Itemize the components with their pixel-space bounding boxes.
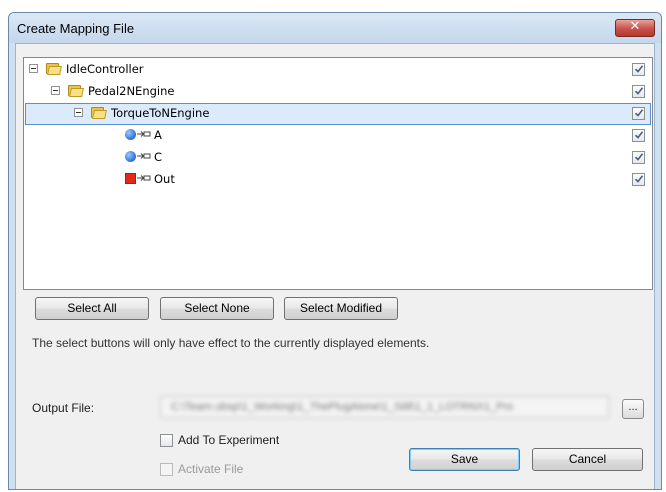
select-modified-button[interactable]: Select Modified	[284, 297, 398, 320]
folder-icon	[67, 84, 84, 97]
tree-row-pedal2nengine[interactable]: Pedal2NEngine	[25, 81, 651, 103]
checkmark-icon	[634, 65, 644, 73]
tree-row-torquetonengine[interactable]: TorqueToNEngine	[25, 103, 651, 125]
connector-icon	[137, 175, 151, 181]
tree-row-checkbox[interactable]	[632, 85, 645, 98]
tree-node-label: TorqueToNEngine	[111, 106, 210, 120]
checkmark-icon	[634, 153, 644, 161]
connector-icon	[137, 131, 151, 137]
browse-button[interactable]: ...	[622, 399, 644, 419]
tree-row-idlecontroller[interactable]: IdleController	[25, 59, 651, 81]
tree-row-checkbox[interactable]	[632, 151, 645, 164]
tree-row-port-out[interactable]: Out	[25, 169, 651, 191]
tree-node-label: A	[154, 128, 162, 142]
activate-file-label: Activate File	[178, 462, 244, 476]
activate-file-checkbox	[160, 463, 173, 476]
folder-icon	[45, 62, 62, 75]
cancel-button[interactable]: Cancel	[532, 448, 643, 471]
close-button[interactable]: ✕	[615, 19, 655, 37]
tree-node-label: IdleController	[66, 62, 144, 76]
tree-row-checkbox[interactable]	[632, 107, 645, 120]
tree-node-label: Out	[154, 172, 175, 186]
save-button[interactable]: Save	[409, 448, 520, 471]
add-to-experiment-checkbox[interactable]	[160, 434, 173, 447]
select-all-button[interactable]: Select All	[35, 297, 149, 320]
connector-icon	[137, 153, 151, 159]
close-icon: ✕	[629, 19, 641, 34]
collapse-icon[interactable]	[29, 64, 38, 73]
tree-row-checkbox[interactable]	[632, 173, 645, 186]
dialog-title: Create Mapping File	[17, 21, 135, 36]
tree-row-checkbox[interactable]	[632, 129, 645, 142]
info-text: The select buttons will only have effect…	[32, 336, 430, 350]
dialog-body: IdleController Pedal2NEngine TorqueToNEn…	[15, 43, 655, 489]
output-file-label: Output File:	[32, 401, 95, 415]
select-none-button[interactable]: Select None	[160, 297, 274, 320]
collapse-icon[interactable]	[51, 86, 60, 95]
checkmark-icon	[634, 131, 644, 139]
blue-circle-port-icon	[125, 151, 136, 162]
red-square-port-icon	[125, 173, 136, 184]
checkmark-icon	[634, 175, 644, 183]
tree-row-port-a[interactable]: A	[25, 125, 651, 147]
output-file-field[interactable]: C:\Team.ubsp\1_Working\1_ThePlugAlone\1_…	[160, 396, 609, 418]
tree-row-checkbox[interactable]	[632, 63, 645, 76]
blue-circle-port-icon	[125, 129, 136, 140]
create-mapping-file-dialog: Create Mapping File ✕ IdleController Ped…	[8, 12, 662, 490]
collapse-icon[interactable]	[74, 108, 83, 117]
tree-node-label: Pedal2NEngine	[88, 84, 175, 98]
element-tree[interactable]: IdleController Pedal2NEngine TorqueToNEn…	[23, 57, 653, 290]
checkmark-icon	[634, 87, 644, 95]
tree-node-label: C	[154, 150, 163, 164]
tree-row-port-c[interactable]: C	[25, 147, 651, 169]
checkmark-icon	[634, 109, 644, 117]
title-bar[interactable]: Create Mapping File ✕	[9, 13, 661, 43]
folder-icon	[90, 106, 107, 119]
add-to-experiment-label: Add To Experiment	[178, 433, 280, 447]
